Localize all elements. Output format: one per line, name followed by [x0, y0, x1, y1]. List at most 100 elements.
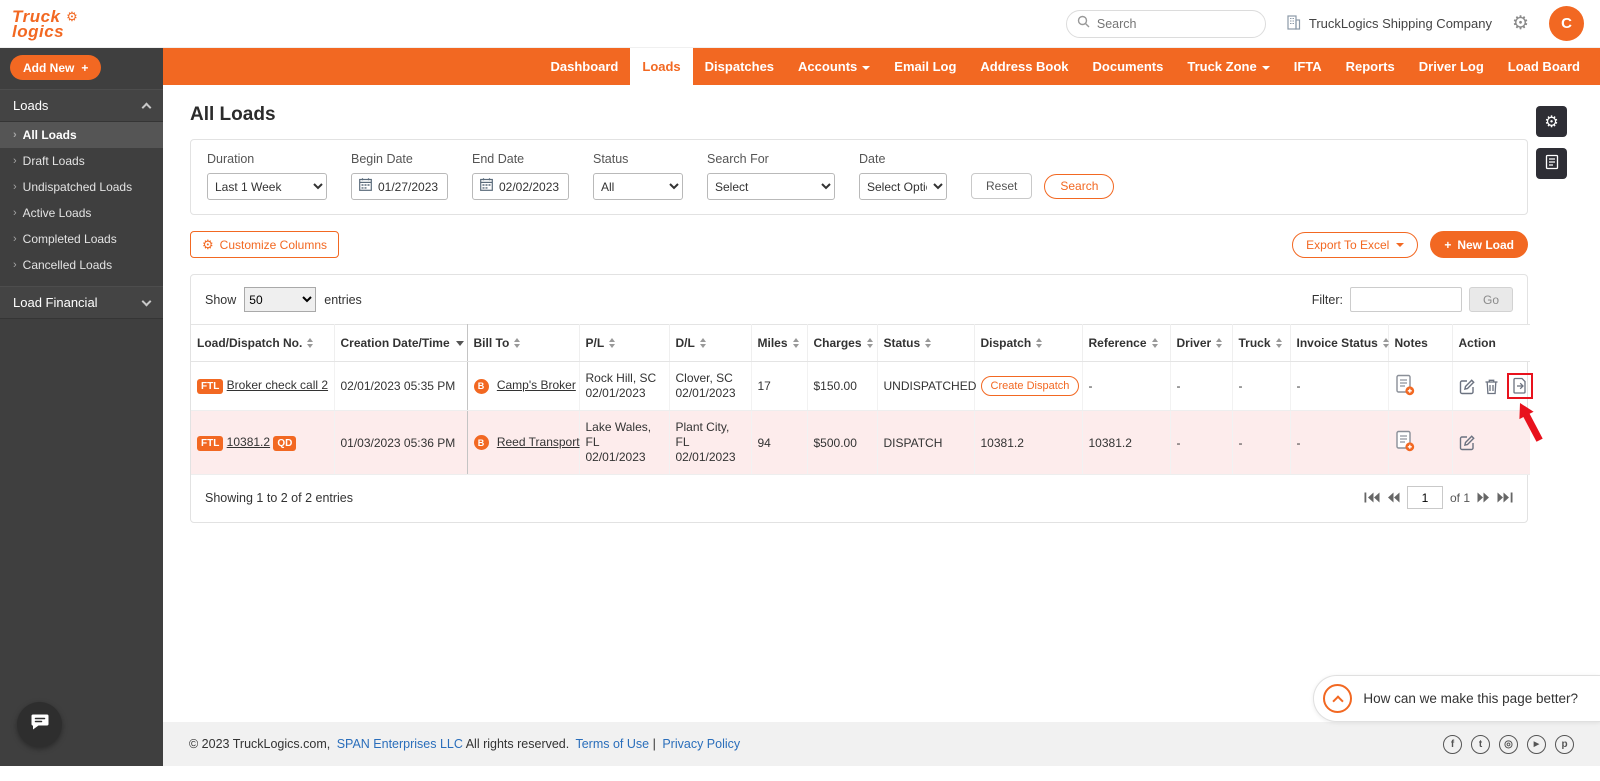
instagram-icon[interactable]: ◎ — [1499, 734, 1518, 754]
page-size-select[interactable]: 50 — [244, 287, 317, 312]
col-load-dispatch-no[interactable]: Load/Dispatch No. — [191, 324, 335, 362]
add-note-icon[interactable] — [1395, 374, 1415, 396]
col-dl[interactable]: D/L — [669, 324, 752, 362]
nav-load-board[interactable]: Load Board — [1496, 48, 1592, 85]
bill-to-link[interactable]: Camp's Broker — [497, 378, 576, 392]
sort-icon — [307, 338, 314, 348]
sidebar-section-load-financial[interactable]: Load Financial — [0, 286, 163, 319]
global-search-box[interactable] — [1065, 9, 1266, 38]
sidebar-section-loads[interactable]: Loads — [0, 89, 163, 122]
edit-icon[interactable] — [1459, 434, 1476, 451]
avatar[interactable]: C — [1549, 6, 1584, 41]
footer: © 2023 TruckLogics.com, SPAN Enterprises… — [163, 722, 1600, 766]
span-enterprises-link[interactable]: SPAN Enterprises LLC — [337, 737, 463, 751]
sidebar-item-completed-loads[interactable]: › Completed Loads — [0, 226, 163, 252]
edit-icon[interactable] — [1459, 378, 1476, 395]
table-filter-input[interactable] — [1349, 287, 1462, 312]
load-link[interactable]: 10381.2 — [227, 435, 270, 449]
sidebar-item-label: Active Loads — [22, 206, 92, 220]
col-miles[interactable]: Miles — [751, 324, 808, 362]
trucklogics-logo[interactable]: Truck logics ⚙ — [12, 8, 78, 40]
rail-settings-button[interactable]: ⚙ — [1536, 106, 1567, 137]
feedback-widget[interactable]: How can we make this page better? — [1313, 675, 1600, 722]
first-page-icon[interactable] — [1364, 492, 1380, 503]
search-input[interactable] — [1096, 16, 1258, 31]
col-status[interactable]: Status — [877, 324, 975, 362]
calendar-icon — [480, 177, 493, 196]
rail-report-button[interactable] — [1536, 148, 1567, 179]
duration-select[interactable]: Last 1 Week — [207, 173, 327, 200]
dispatch-document-icon[interactable] — [1512, 377, 1528, 395]
previous-page-icon[interactable] — [1387, 492, 1400, 503]
plus-icon: + — [81, 60, 89, 75]
last-page-icon[interactable] — [1497, 492, 1513, 503]
end-date-input[interactable] — [499, 179, 561, 194]
col-bill-to[interactable]: Bill To — [467, 324, 580, 362]
cell-dl: Plant City, FL 02/01/2023 — [669, 410, 752, 475]
begin-date-input[interactable] — [378, 179, 440, 194]
search-for-label: Search For — [707, 152, 769, 166]
main-nav: Dashboard Loads Dispatches Accounts Emai… — [163, 48, 1600, 85]
customize-columns-button[interactable]: ⚙ Customize Columns — [190, 231, 340, 258]
nav-dashboard[interactable]: Dashboard — [538, 48, 630, 85]
col-driver[interactable]: Driver — [1170, 324, 1233, 362]
nav-ifta[interactable]: IFTA — [1282, 48, 1334, 85]
nav-email-log[interactable]: Email Log — [882, 48, 968, 85]
settings-gear-icon[interactable]: ⚙ — [1512, 12, 1529, 35]
col-creation-date[interactable]: Creation Date/Time — [334, 324, 468, 362]
col-invoice-status[interactable]: Invoice Status — [1290, 324, 1389, 362]
twitter-icon[interactable]: t — [1471, 734, 1490, 754]
load-link[interactable]: Broker check call 2 — [227, 378, 328, 392]
search-button[interactable]: Search — [1044, 173, 1115, 199]
bill-to-link[interactable]: Reed Transport — [497, 435, 580, 449]
company-selector[interactable]: TruckLogics Shipping Company — [1286, 14, 1492, 33]
privacy-policy-link[interactable]: Privacy Policy — [662, 737, 740, 751]
nav-truck-zone[interactable]: Truck Zone — [1175, 48, 1281, 85]
facebook-icon[interactable]: f — [1443, 734, 1462, 754]
begin-date-field[interactable] — [351, 173, 448, 200]
nav-documents[interactable]: Documents — [1081, 48, 1176, 85]
search-for-select[interactable]: Select — [707, 173, 835, 200]
cell-status: UNDISPATCHED — [877, 361, 976, 411]
nav-dispatches[interactable]: Dispatches — [693, 48, 786, 85]
nav-driver-log[interactable]: Driver Log — [1407, 48, 1496, 85]
create-dispatch-button[interactable]: Create Dispatch — [980, 376, 1080, 396]
sidebar-item-undispatched-loads[interactable]: › Undispatched Loads — [0, 174, 163, 200]
col-charges[interactable]: Charges — [807, 324, 878, 362]
col-dispatch[interactable]: Dispatch — [974, 324, 1083, 362]
sidebar-item-all-loads[interactable]: › All Loads — [0, 122, 163, 148]
next-page-icon[interactable] — [1477, 492, 1490, 503]
cell-invoice-status: - — [1290, 410, 1389, 475]
sidebar-item-draft-loads[interactable]: › Draft Loads — [0, 148, 163, 174]
terms-of-use-link[interactable]: Terms of Use — [575, 737, 649, 751]
col-reference[interactable]: Reference — [1082, 324, 1171, 362]
filter-status: Status All — [593, 152, 683, 200]
chat-widget-button[interactable] — [17, 702, 62, 747]
nav-address-book[interactable]: Address Book — [968, 48, 1080, 85]
nav-reports[interactable]: Reports — [1334, 48, 1407, 85]
page-number-input[interactable] — [1406, 486, 1443, 509]
go-button[interactable]: Go — [1468, 287, 1513, 312]
status-select[interactable]: All — [593, 173, 683, 200]
sort-icon — [792, 338, 799, 348]
nav-loads[interactable]: Loads — [630, 48, 693, 85]
broker-icon: B — [473, 378, 489, 394]
add-note-icon[interactable] — [1395, 430, 1415, 452]
delete-icon[interactable] — [1484, 378, 1499, 395]
new-load-button[interactable]: + New Load — [1430, 231, 1528, 258]
add-new-button[interactable]: Add New + — [10, 55, 102, 80]
right-rail: ⚙ — [1536, 106, 1567, 179]
sidebar-item-cancelled-loads[interactable]: › Cancelled Loads — [0, 252, 163, 278]
end-date-field[interactable] — [472, 173, 569, 200]
col-pl[interactable]: P/L — [579, 324, 670, 362]
youtube-icon[interactable]: ▶ — [1527, 734, 1546, 754]
reset-button[interactable]: Reset — [971, 173, 1033, 199]
col-truck[interactable]: Truck — [1232, 324, 1291, 362]
date-option-select[interactable]: Select Option — [859, 173, 947, 200]
sidebar-item-active-loads[interactable]: › Active Loads — [0, 200, 163, 226]
pinterest-icon[interactable]: p — [1555, 734, 1574, 754]
nav-accounts[interactable]: Accounts — [786, 48, 882, 85]
export-label: Export To Excel — [1306, 237, 1390, 252]
sort-icon — [609, 338, 616, 348]
export-to-excel-button[interactable]: Export To Excel — [1292, 231, 1419, 258]
